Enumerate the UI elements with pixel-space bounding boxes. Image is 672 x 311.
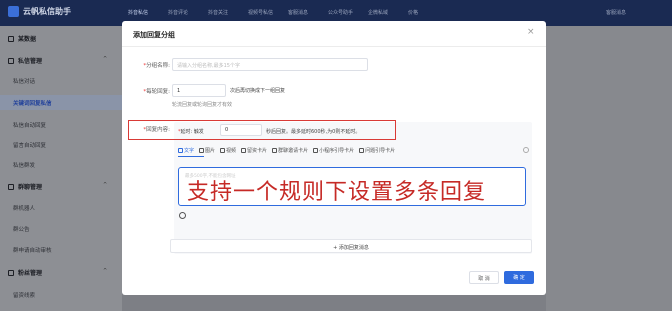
add-message-button[interactable]: + 添加回复消息 <box>170 239 532 253</box>
sidebar-item[interactable]: 私信群发 <box>13 161 35 169</box>
brand-logo-icon <box>8 6 19 17</box>
topnav-item[interactable]: 抖音私信 <box>128 9 168 16</box>
settings-icon[interactable] <box>523 147 529 153</box>
sidebar-item[interactable]: 群申请自动审核 <box>13 246 52 254</box>
sidebar-item[interactable]: 私信自动回复 <box>13 121 46 129</box>
add-reply-group-dialog: 添加回复分组 × *分组名称: 请输入分组名称,最多15个字 *每轮回复: 1 … <box>122 21 546 295</box>
tab-group-invite-card[interactable]: 群聊邀请卡片 <box>272 147 308 154</box>
chevron-up-icon: ^ <box>103 56 108 62</box>
group-icon <box>272 148 278 153</box>
reply-rounds-suffix: 次后再切换成下一组回复 <box>230 88 286 94</box>
message-type-tabs: 文字 图片 视频 留资卡片 群聊邀请卡片 小程序引导卡片 问题引导卡片 <box>178 147 400 154</box>
sidebar-item[interactable]: 私信对话 <box>13 77 35 85</box>
cancel-button[interactable]: 取 消 <box>469 271 499 284</box>
tab-image[interactable]: 图片 <box>199 147 215 154</box>
tab-question-card[interactable]: 问题引导卡片 <box>359 147 395 154</box>
message-textarea[interactable]: 最多500字,不能包含网址 支持一个规则下设置多条回复 <box>178 167 526 206</box>
reply-rounds-label: *每轮回复: <box>143 89 170 95</box>
topnav-item[interactable]: 抖音关注 <box>208 9 248 16</box>
brand: 云帆私信助手 <box>8 6 71 17</box>
tab-lead-card[interactable]: 留资卡片 <box>241 147 267 154</box>
background-content <box>546 26 672 311</box>
top-nav: 抖音私信 抖音评论 抖音关注 视频号私信 客服消息 公众号助手 企微私域 价格 <box>128 9 448 16</box>
group-name-label: *分组名称: <box>143 63 170 69</box>
message-icon <box>8 57 14 64</box>
sidebar-item[interactable]: 群机器人 <box>13 204 35 212</box>
chevron-up-icon: ^ <box>103 182 108 188</box>
annotation-caption: 支持一个规则下设置多条回复 <box>187 180 487 205</box>
sidebar-item[interactable]: 群公告 <box>13 225 30 233</box>
sidebar-group[interactable]: 某数据 <box>8 34 36 43</box>
fans-icon <box>8 269 14 276</box>
sidebar-group[interactable]: 群聊管理 <box>8 182 42 191</box>
reply-rounds-input[interactable]: 1 <box>172 84 226 97</box>
sidebar-item[interactable]: 留言自动回复 <box>13 141 46 149</box>
question-icon <box>359 148 365 153</box>
dialog-title: 添加回复分组 <box>133 31 175 39</box>
sidebar: 某数据 私信管理 ^ 私信对话 关键词回复私信 私信自动回复 留言自动回复 私信… <box>0 26 122 311</box>
tab-miniapp-card[interactable]: 小程序引导卡片 <box>313 147 354 154</box>
active-tab-indicator <box>178 156 204 157</box>
topnav-item[interactable]: 客服消息 <box>288 9 328 16</box>
video-icon <box>220 148 226 153</box>
data-icon <box>8 35 14 42</box>
topnav-item[interactable]: 抖音评论 <box>168 9 208 16</box>
confirm-button[interactable]: 确 定 <box>504 271 534 284</box>
divider <box>122 46 546 47</box>
group-chat-icon <box>8 183 14 190</box>
topnav-item[interactable]: 价格 <box>408 9 448 16</box>
image-icon <box>199 148 205 153</box>
topnav-item[interactable]: 视频号私信 <box>248 9 288 16</box>
highlight-box <box>128 120 396 140</box>
emoji-icon[interactable] <box>179 212 186 219</box>
card-icon <box>241 148 247 153</box>
sidebar-item-active[interactable]: 关键词回复私信 <box>0 95 122 110</box>
tab-video[interactable]: 视频 <box>220 147 236 154</box>
sidebar-group[interactable]: 私信管理 <box>8 56 42 65</box>
customer-service-link[interactable]: 客服消息 <box>606 9 626 16</box>
topnav-item[interactable]: 公众号助手 <box>328 9 368 16</box>
sidebar-group[interactable]: 粉丝管理 <box>8 268 42 277</box>
tab-text[interactable]: 文字 <box>178 147 194 154</box>
close-icon[interactable]: × <box>527 27 535 37</box>
sidebar-item[interactable]: 留资线索 <box>13 291 35 299</box>
chevron-up-icon: ^ <box>103 268 108 274</box>
group-name-input[interactable]: 请输入分组名称,最多15个字 <box>172 58 368 71</box>
topnav-item[interactable]: 企微私域 <box>368 9 408 16</box>
text-icon <box>178 148 183 153</box>
reply-rounds-hint: 轮流回复或轮询回复才有效 <box>172 102 233 108</box>
miniapp-icon <box>313 148 319 153</box>
brand-name: 云帆私信助手 <box>23 7 71 16</box>
